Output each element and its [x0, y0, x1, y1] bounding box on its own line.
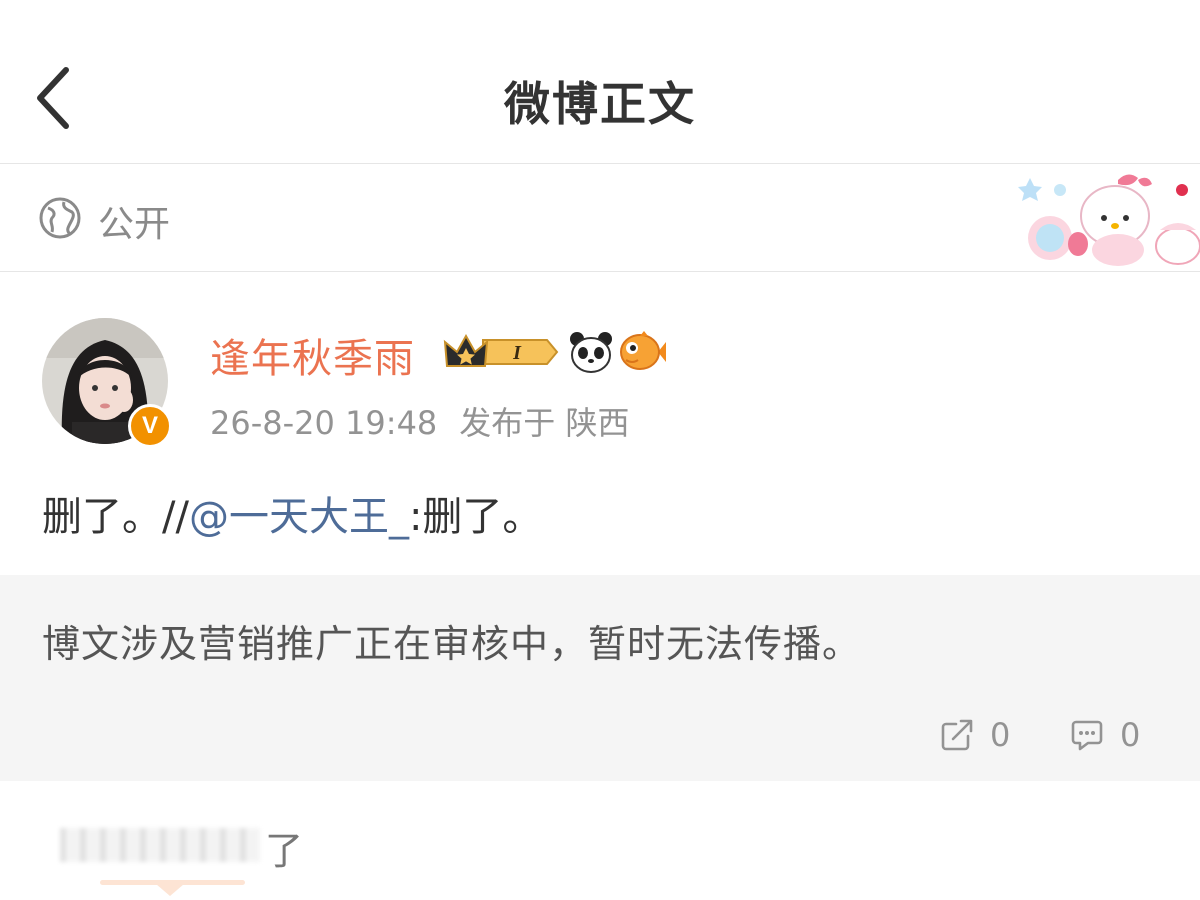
author-name[interactable]: 逢年秋季雨: [210, 326, 415, 384]
comment-button[interactable]: 0: [1070, 715, 1140, 755]
fish-icon: [620, 331, 666, 370]
post-text: 删了。//@一天大王_:删了。: [42, 484, 542, 542]
mention-link[interactable]: @一天大王_: [189, 494, 409, 540]
globe-icon: [39, 197, 81, 239]
comment-count: 0: [1120, 716, 1141, 754]
verified-mark: V: [141, 412, 158, 439]
crown-level-icon: I: [443, 333, 559, 367]
post-text-before: 删了。//: [42, 494, 189, 540]
repost-count: 0: [990, 716, 1011, 754]
page-title: 微博正文: [504, 77, 696, 131]
post-meta: 26-8-20 19:48 发布于 陕西: [210, 398, 629, 444]
moderation-notice: 博文涉及营销推广正在审核中，暂时无法传播。 0 0: [0, 575, 1200, 781]
post-timestamp: 26-8-20 19:48: [210, 404, 438, 442]
notice-text: 博文涉及营销推广正在审核中，暂时无法传播。: [42, 622, 862, 666]
blurred-comment-text: [60, 828, 260, 862]
comment-preview[interactable]: 了: [60, 820, 360, 873]
decorative-sticker: [1018, 174, 1200, 266]
verified-v-icon: V: [128, 404, 172, 448]
comment-icon: [1071, 720, 1103, 751]
visibility-label: 公开: [98, 204, 171, 245]
repost-icon: [941, 719, 973, 751]
tab-caret: [156, 884, 184, 896]
navigation-bar: 微博正文: [0, 0, 1200, 164]
crown-badge-text: I: [512, 342, 522, 364]
repost-button[interactable]: 0: [940, 715, 1010, 755]
post-text-after: :删了。: [408, 494, 543, 540]
panda-icon: [570, 332, 612, 373]
post-location: 发布于 陕西: [459, 404, 630, 442]
comment-preview-tail: 了: [265, 829, 304, 873]
